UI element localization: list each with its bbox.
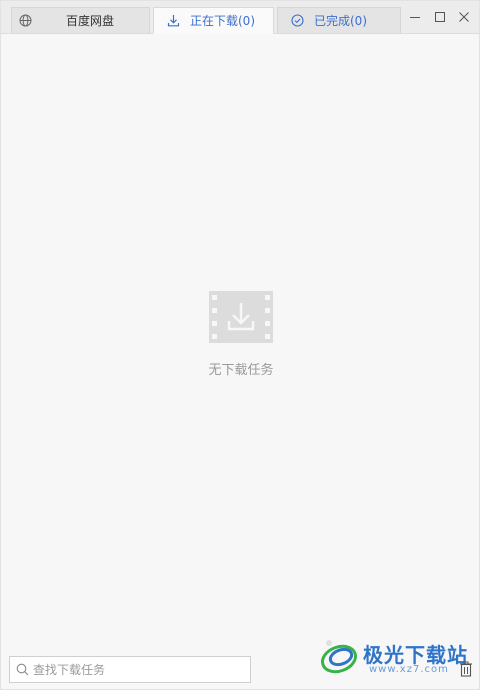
tab-downloading[interactable]: 正在下载(0) xyxy=(153,7,274,34)
tab-downloading-label: 正在下载(0) xyxy=(190,14,255,28)
empty-state-text: 无下载任务 xyxy=(208,363,274,378)
watermark-text: 极光下载站 xyxy=(363,643,468,667)
maximize-button[interactable] xyxy=(431,8,449,26)
trash-icon xyxy=(460,661,472,677)
close-icon xyxy=(459,12,469,22)
tab-baidu-netdisk-label: 百度网盘 xyxy=(66,14,115,28)
tab-baidu-netdisk[interactable]: 百度网盘 xyxy=(11,7,150,33)
search-icon xyxy=(16,663,29,676)
maximize-icon xyxy=(435,12,445,22)
watermark-subtext: www.xz7.com xyxy=(369,664,449,675)
check-circle-icon xyxy=(290,14,304,28)
minimize-button[interactable] xyxy=(406,8,424,26)
search-input[interactable] xyxy=(33,662,243,677)
search-box[interactable] xyxy=(9,656,251,683)
tab-completed-label: 已完成(0) xyxy=(314,14,367,28)
download-manager-window: 百度网盘 正在下载(0) 已完成(0) 无下载任务 查找下载任务 极光下载站 w… xyxy=(0,0,480,690)
tab-bar: 百度网盘 正在下载(0) 已完成(0) xyxy=(1,1,479,34)
download-icon xyxy=(166,14,180,28)
watermark-swirl-icon xyxy=(321,640,357,674)
tab-completed[interactable]: 已完成(0) xyxy=(277,7,401,33)
close-button[interactable] xyxy=(455,8,473,26)
trash-button[interactable] xyxy=(459,661,473,677)
watermark-logo: 极光下载站 www.xz7.com xyxy=(319,631,479,681)
download-film-icon xyxy=(209,291,273,343)
globe-icon xyxy=(18,14,32,28)
minimize-icon xyxy=(410,17,420,18)
